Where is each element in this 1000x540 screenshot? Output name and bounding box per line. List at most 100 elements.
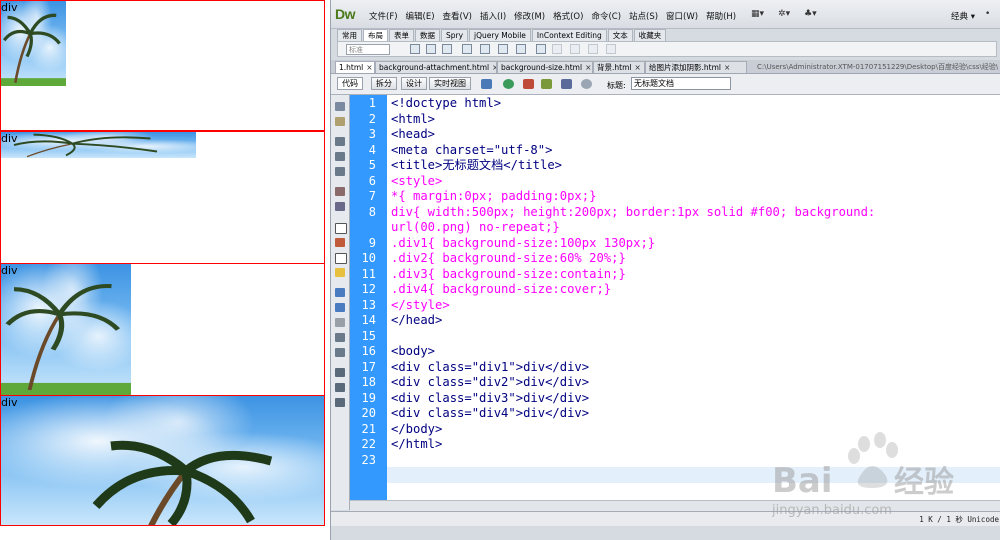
expand-all-icon[interactable]: [335, 167, 345, 176]
line-number: 17: [361, 359, 376, 374]
line-number: 23: [361, 452, 376, 467]
document-title-input[interactable]: [631, 77, 731, 90]
close-icon: ×: [634, 63, 641, 72]
outdent-code-icon[interactable]: [335, 383, 345, 392]
insert-tab[interactable]: 文本: [607, 29, 633, 41]
balance-braces-icon[interactable]: [335, 202, 345, 211]
insert-tab[interactable]: 收藏夹: [633, 29, 667, 41]
grid-icon[interactable]: [536, 44, 546, 54]
coding-toolbar: [331, 95, 350, 510]
select-parent-tag-icon[interactable]: [335, 187, 345, 196]
insert-tab[interactable]: jQuery Mobile: [469, 29, 531, 41]
menu-item[interactable]: 站点(S): [625, 10, 662, 22]
doc-tab-bg-attachment[interactable]: background-attachment.html×: [375, 61, 497, 73]
insert-tab[interactable]: Spry: [441, 29, 469, 41]
insert-ap-div-icon[interactable]: [426, 44, 436, 54]
line-number: 11: [361, 266, 376, 281]
line-number: 20: [361, 406, 376, 420]
word-wrap-icon[interactable]: [335, 253, 347, 264]
search-icon[interactable]: •: [985, 9, 990, 19]
site-icon[interactable]: ♣▾: [804, 9, 817, 19]
line-number: 12: [361, 282, 376, 296]
layout-icon[interactable]: ▦▾: [751, 9, 764, 19]
menu-item[interactable]: 帮助(H): [702, 10, 740, 22]
doc-tab-shadow[interactable]: 给图片添加阴影.html ×: [645, 61, 747, 73]
highlight-invalid-code-icon[interactable]: [335, 238, 345, 247]
menu-item[interactable]: 编辑(E): [402, 10, 439, 22]
disabled-icon: [588, 44, 598, 54]
line-numbers-icon[interactable]: [335, 223, 347, 234]
close-icon: ×: [723, 63, 731, 72]
open-documents-icon[interactable]: [335, 102, 345, 111]
menu-item[interactable]: 文件(F): [365, 10, 402, 22]
line-number: 16: [361, 344, 376, 358]
preview-div2: div: [0, 131, 325, 264]
insert-tab[interactable]: 布局: [363, 29, 388, 41]
workspace-switcher[interactable]: 经典 ▾: [951, 10, 975, 22]
insert-iframe-icon[interactable]: [498, 44, 508, 54]
div-label: div: [1, 264, 18, 277]
menu-item[interactable]: 修改(M): [510, 10, 549, 22]
div-label: div: [1, 1, 18, 14]
menu-item[interactable]: 窗口(W): [662, 10, 702, 22]
w3c-validation-icon[interactable]: [541, 79, 552, 89]
code-view-button[interactable]: 代码: [337, 77, 363, 90]
insert-tab[interactable]: 表单: [389, 29, 414, 41]
code-line: <style>: [391, 173, 443, 188]
insert-tab[interactable]: 数据: [415, 29, 440, 41]
collapse-selection-icon[interactable]: [335, 152, 345, 161]
disabled-icon: [606, 44, 616, 54]
file-management-icon[interactable]: [523, 79, 534, 89]
menu-item[interactable]: 插入(I): [476, 10, 510, 22]
code-line: <div class="div3">div</div>: [391, 390, 590, 405]
menu-item[interactable]: 格式(O): [549, 10, 587, 22]
disabled-icon: [552, 44, 562, 54]
wrap-tag-icon[interactable]: [335, 318, 345, 327]
insert-image-icon[interactable]: [516, 44, 526, 54]
insert-div-icon[interactable]: [410, 44, 420, 54]
live-view-button[interactable]: 实时视图: [429, 77, 471, 90]
format-source-icon[interactable]: [335, 398, 345, 407]
palm-image: [1, 396, 324, 525]
preview-div1: div: [0, 0, 325, 131]
browser-preview-icon[interactable]: [503, 79, 514, 89]
recent-snippets-icon[interactable]: [335, 333, 345, 342]
multiscreen-icon[interactable]: [481, 79, 492, 89]
doc-tab-bg[interactable]: 背景.html ×: [593, 61, 645, 73]
gear-icon[interactable]: ✲▾: [778, 9, 790, 19]
apply-comment-icon[interactable]: [335, 288, 345, 297]
syntax-coloring-icon[interactable]: [335, 268, 345, 277]
line-number: 3: [368, 127, 376, 141]
indent-code-icon[interactable]: [335, 368, 345, 377]
line-number: 22: [361, 437, 376, 451]
standard-button[interactable]: 标准: [346, 44, 390, 55]
split-view-button[interactable]: 拆分: [371, 77, 397, 90]
div-label: div: [1, 132, 18, 145]
collapse-tag-icon[interactable]: [335, 137, 345, 146]
insert-spry-icon[interactable]: [480, 44, 490, 54]
insert-frame-icon[interactable]: [462, 44, 472, 54]
palm-image: [1, 264, 131, 395]
insert-tab[interactable]: InContext Editing: [531, 29, 607, 41]
doc-tab-1html[interactable]: 1.html ×: [335, 61, 375, 73]
show-code-navigator-icon[interactable]: [335, 117, 345, 126]
move-css-icon[interactable]: [335, 348, 345, 357]
remove-comment-icon[interactable]: [335, 303, 345, 312]
line-number: 4: [368, 142, 376, 157]
line-number-gutter: 1 2 3 4 5 6 7 8 9 10 11 12 13 14 15 16 17 18 19 20 21 22 23: [350, 95, 387, 500]
line-number: 21: [361, 421, 376, 436]
doc-tab-bg-size[interactable]: background-size.html ×: [497, 61, 593, 73]
menu-bar: Dw 文件(F) 编辑(E) 查看(V) 插入(I) 修改(M) 格式(O) 命令(C) 站点…: [331, 0, 1000, 29]
line-number: 13: [361, 297, 376, 312]
refresh-icon[interactable]: [581, 79, 592, 89]
palm-image: [1, 132, 196, 158]
insert-table-icon[interactable]: [442, 44, 452, 54]
check-browser-icon[interactable]: [561, 79, 572, 89]
menu-item[interactable]: 查看(V): [439, 10, 476, 22]
menu-item[interactable]: 命令(C): [587, 10, 625, 22]
code-line: </head>: [391, 313, 443, 327]
design-view-button[interactable]: 设计: [401, 77, 427, 90]
close-icon: ×: [366, 63, 373, 72]
insert-tab[interactable]: 常用: [337, 29, 362, 41]
browser-preview: div div div div: [0, 0, 330, 540]
